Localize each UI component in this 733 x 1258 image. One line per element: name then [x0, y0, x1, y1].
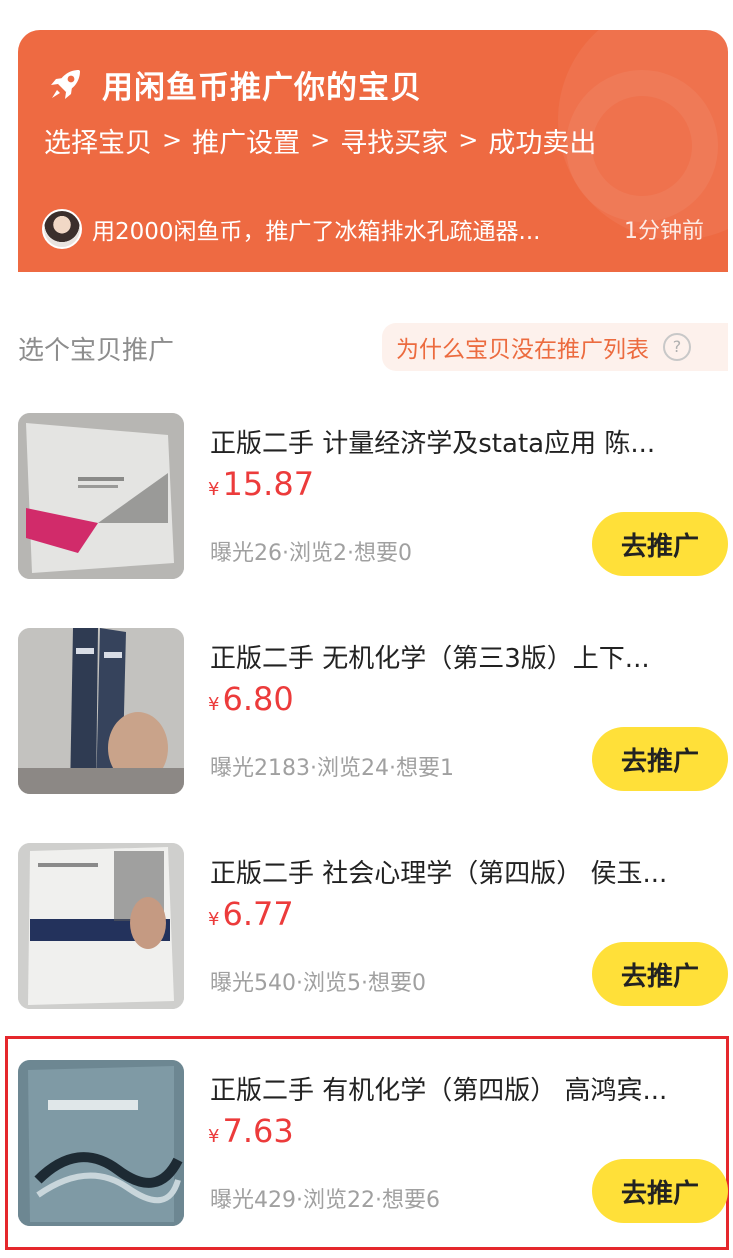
item-stats: 曝光429·浏览22·想要6	[210, 1188, 440, 1213]
item-title: 正版二手 计量经济学及stata应用 陈...	[210, 429, 656, 459]
item-stats: 曝光2183·浏览24·想要1	[210, 756, 454, 781]
currency-symbol: ¥	[208, 479, 220, 500]
chevron-right-icon: >	[310, 126, 331, 154]
why-not-listed-link[interactable]: 为什么宝贝没在推广列表 ?	[382, 323, 728, 371]
list-item[interactable]: 正版二手 社会心理学（第四版） 侯玉... ¥ 6.77 曝光540·浏览5·想…	[18, 843, 728, 1011]
item-thumbnail	[18, 843, 184, 1009]
help-icon: ?	[663, 333, 691, 361]
item-title: 正版二手 无机化学（第三3版）上下...	[210, 644, 650, 674]
item-thumbnail	[18, 413, 184, 579]
rocket-icon	[51, 70, 80, 99]
price-value: 6.80	[222, 680, 294, 718]
why-not-listed-label: 为什么宝贝没在推广列表	[396, 337, 649, 363]
item-price: ¥ 6.77	[208, 895, 294, 933]
chevron-right-icon: >	[458, 126, 479, 154]
recent-promotion-time: 1分钟前	[624, 219, 704, 244]
item-thumbnail	[18, 628, 184, 794]
price-value: 6.77	[222, 895, 294, 933]
item-price: ¥ 6.80	[208, 680, 294, 718]
banner-title-row: 用闲鱼币推广你的宝贝	[46, 64, 422, 106]
promotion-banner: 用闲鱼币推广你的宝贝 选择宝贝 > 推广设置 > 寻找买家 > 成功卖出 用20…	[18, 30, 728, 272]
item-stats: 曝光26·浏览2·想要0	[210, 541, 412, 566]
avatar	[42, 209, 82, 249]
item-price: ¥ 7.63	[208, 1112, 294, 1150]
item-title: 正版二手 有机化学（第四版） 高鸿宾...	[210, 1076, 668, 1106]
banner-title: 用闲鱼币推广你的宝贝	[102, 69, 422, 106]
price-value: 15.87	[222, 465, 315, 503]
chevron-right-icon: >	[162, 126, 183, 154]
promote-button[interactable]: 去推广	[592, 512, 728, 576]
step-find-buyer: 寻找买家	[340, 127, 449, 159]
item-price: ¥ 15.87	[208, 465, 314, 503]
promotion-steps: 选择宝贝 > 推广设置 > 寻找买家 > 成功卖出	[44, 120, 596, 160]
list-item[interactable]: 正版二手 无机化学（第三3版）上下... ¥ 6.80 曝光2183·浏览24·…	[18, 628, 728, 796]
section-title: 选个宝贝推广	[18, 336, 175, 366]
recent-promotion-ticker: 用2000闲鱼币，推广了冰箱排水孔疏通器... 1分钟前	[42, 208, 704, 250]
list-item[interactable]: 正版二手 计量经济学及stata应用 陈... ¥ 15.87 曝光26·浏览2…	[18, 413, 728, 581]
currency-symbol: ¥	[208, 1126, 220, 1147]
price-value: 7.63	[222, 1112, 294, 1150]
recent-promotion-text: 用2000闲鱼币，推广了冰箱排水孔疏通器...	[92, 219, 541, 245]
item-stats: 曝光540·浏览5·想要0	[210, 971, 426, 996]
list-item[interactable]: 正版二手 有机化学（第四版） 高鸿宾... ¥ 7.63 曝光429·浏览22·…	[18, 1060, 728, 1228]
step-promotion-settings: 推广设置	[192, 127, 301, 159]
currency-symbol: ¥	[208, 694, 220, 715]
promote-button[interactable]: 去推广	[592, 1159, 728, 1223]
step-select-item: 选择宝贝	[44, 127, 152, 159]
currency-symbol: ¥	[208, 909, 220, 930]
step-sold: 成功卖出	[488, 127, 597, 159]
promote-button[interactable]: 去推广	[592, 942, 728, 1006]
item-title: 正版二手 社会心理学（第四版） 侯玉...	[210, 859, 668, 889]
item-thumbnail	[18, 1060, 184, 1226]
promote-button[interactable]: 去推广	[592, 727, 728, 791]
